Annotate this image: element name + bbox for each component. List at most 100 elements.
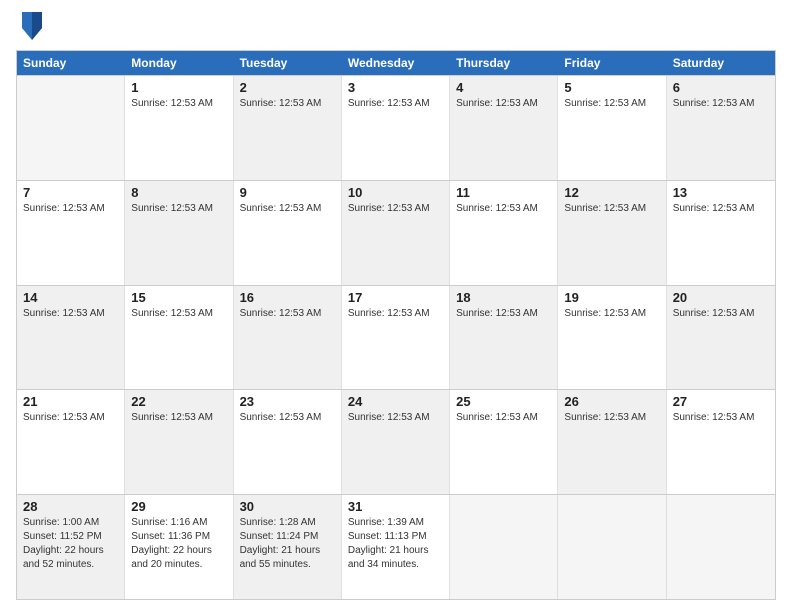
calendar-cell: 7Sunrise: 12:53 AM — [17, 181, 125, 285]
day-info: Sunrise: 12:53 AM — [240, 97, 335, 111]
calendar-cell: 27Sunrise: 12:53 AM — [667, 390, 775, 494]
header — [16, 12, 776, 44]
day-number: 15 — [131, 290, 226, 305]
day-info: Sunrise: 1:28 AM — [240, 516, 335, 530]
calendar-cell: 23Sunrise: 12:53 AM — [234, 390, 342, 494]
logo — [16, 12, 46, 44]
calendar-cell: 30 Sunrise: 1:28 AMSunset: 11:24 PMDaylig… — [234, 495, 342, 599]
day-info: Sunset: 11:24 PM — [240, 530, 335, 544]
calendar-cell: 18 Sunrise: 12:53 AM — [450, 286, 558, 390]
calendar-cell — [558, 495, 666, 599]
calendar-week-3: 14 Sunrise: 12:53 AM 15 Sunrise: 12:53 AM 16… — [17, 285, 775, 390]
header-day-saturday: Saturday — [667, 51, 775, 75]
day-info: Sunrise: 12:53 AM — [564, 202, 659, 216]
day-info: Sunrise: 1:00 AM — [23, 516, 118, 530]
calendar-cell: 13 Sunrise: 12:53 AM — [667, 181, 775, 285]
day-number: 3 — [348, 80, 443, 95]
calendar-cell: 5 Sunrise: 12:53 AM — [558, 76, 666, 180]
calendar-cell: 17 Sunrise: 12:53 AM — [342, 286, 450, 390]
calendar-cell: 26Sunrise: 12:53 AM — [558, 390, 666, 494]
day-number: 1 — [131, 80, 226, 95]
calendar-cell: 1Sunrise: 12:53 AM — [125, 76, 233, 180]
header-day-thursday: Thursday — [450, 51, 558, 75]
day-number: 14 — [23, 290, 118, 305]
day-number: 24 — [348, 394, 443, 409]
calendar-week-2: 7Sunrise: 12:53 AM 8 Sunrise: 12:53 AM 9 Sun… — [17, 180, 775, 285]
calendar-cell: 28Sunrise: 1:00 AMSunset: 11:52 PMDaylig… — [17, 495, 125, 599]
day-info: Sunrise: 12:53 AM — [23, 307, 118, 321]
day-info: Sunrise: 12:53 AM — [456, 97, 551, 111]
day-info: Sunrise: 1:39 AM — [348, 516, 443, 530]
day-number: 29 — [131, 499, 226, 514]
day-number: 20 — [673, 290, 769, 305]
day-number: 27 — [673, 394, 769, 409]
calendar-cell: 20 Sunrise: 12:53 AM — [667, 286, 775, 390]
day-info: Sunrise: 12:53 AM — [456, 307, 551, 321]
day-info: Sunrise: 12:53 AM — [673, 307, 769, 321]
calendar-cell: 6 Sunrise: 12:53 AM — [667, 76, 775, 180]
day-number: 18 — [456, 290, 551, 305]
day-number: 12 — [564, 185, 659, 200]
day-number: 17 — [348, 290, 443, 305]
calendar-cell: 19 Sunrise: 12:53 AM — [558, 286, 666, 390]
day-info: Sunrise: 12:53 AM — [456, 202, 551, 216]
calendar-cell: 24 Sunrise: 12:53 AM — [342, 390, 450, 494]
calendar-week-5: 28Sunrise: 1:00 AMSunset: 11:52 PMDaylig… — [17, 494, 775, 599]
day-info: Sunrise: 12:53 AM — [131, 202, 226, 216]
calendar-cell: 25Sunrise: 12:53 AM — [450, 390, 558, 494]
day-info: Sunrise: 12:53 AM — [564, 97, 659, 111]
day-number: 16 — [240, 290, 335, 305]
calendar-cell: 14 Sunrise: 12:53 AM — [17, 286, 125, 390]
day-info: Sunrise: 12:53 AM — [131, 411, 226, 425]
day-number: 9 — [240, 185, 335, 200]
day-number: 6 — [673, 80, 769, 95]
day-number: 31 — [348, 499, 443, 514]
calendar-cell: 15 Sunrise: 12:53 AM — [125, 286, 233, 390]
calendar-body: 1Sunrise: 12:53 AM2Sunrise: 12:53 AM3Sun… — [17, 75, 775, 599]
calendar-week-4: 21 Sunrise: 12:53 AM 22 Sunrise: 12:53 AM 23… — [17, 389, 775, 494]
day-number: 13 — [673, 185, 769, 200]
calendar-cell: 4 Sunrise: 12:53 AM — [450, 76, 558, 180]
page: SundayMondayTuesdayWednesdayThursdayFrid… — [0, 0, 792, 612]
calendar-cell: 11Sunrise: 12:53 AM — [450, 181, 558, 285]
calendar-cell: 8 Sunrise: 12:53 AM — [125, 181, 233, 285]
header-day-friday: Friday — [558, 51, 666, 75]
day-info: Daylight: 22 hours and 20 minutes. — [131, 544, 226, 572]
day-number: 21 — [23, 394, 118, 409]
header-day-tuesday: Tuesday — [234, 51, 342, 75]
header-day-sunday: Sunday — [17, 51, 125, 75]
day-number: 25 — [456, 394, 551, 409]
day-info: Sunrise: 12:53 AM — [348, 202, 443, 216]
day-info: Sunrise: 12:53 AM — [131, 307, 226, 321]
calendar-cell — [17, 76, 125, 180]
day-info: Sunrise: 1:16 AM — [131, 516, 226, 530]
day-info: Daylight: 21 hours and 55 minutes. — [240, 544, 335, 572]
day-info: Sunset: 11:36 PM — [131, 530, 226, 544]
day-info: Sunrise: 12:53 AM — [673, 202, 769, 216]
day-info: Sunrise: 12:53 AM — [348, 307, 443, 321]
day-number: 5 — [564, 80, 659, 95]
day-number: 22 — [131, 394, 226, 409]
calendar-cell: 9 Sunrise: 12:53 AM — [234, 181, 342, 285]
day-info: Sunrise: 12:53 AM — [240, 202, 335, 216]
calendar-cell: 3 Sunrise: 12:53 AM — [342, 76, 450, 180]
day-number: 30 — [240, 499, 335, 514]
day-info: Sunrise: 12:53 AM — [348, 97, 443, 111]
header-day-monday: Monday — [125, 51, 233, 75]
day-number: 23 — [240, 394, 335, 409]
day-info: Sunrise: 12:53 AM — [348, 411, 443, 425]
day-info: Sunrise: 12:53 AM — [673, 97, 769, 111]
day-info: Sunrise: 12:53 AM — [23, 202, 118, 216]
day-number: 4 — [456, 80, 551, 95]
calendar-cell: 10Sunrise: 12:53 AM — [342, 181, 450, 285]
day-info: Sunrise: 12:53 AM — [564, 411, 659, 425]
day-info: Sunrise: 12:53 AM — [564, 307, 659, 321]
day-info: Sunset: 11:52 PM — [23, 530, 118, 544]
calendar-header: SundayMondayTuesdayWednesdayThursdayFrid… — [17, 51, 775, 75]
day-number: 19 — [564, 290, 659, 305]
day-number: 8 — [131, 185, 226, 200]
calendar-cell: 29 Sunrise: 1:16 AMSunset: 11:36 PMDaylig… — [125, 495, 233, 599]
calendar-week-1: 1Sunrise: 12:53 AM2Sunrise: 12:53 AM3Sun… — [17, 75, 775, 180]
calendar-cell: 16Sunrise: 12:53 AM — [234, 286, 342, 390]
header-day-wednesday: Wednesday — [342, 51, 450, 75]
